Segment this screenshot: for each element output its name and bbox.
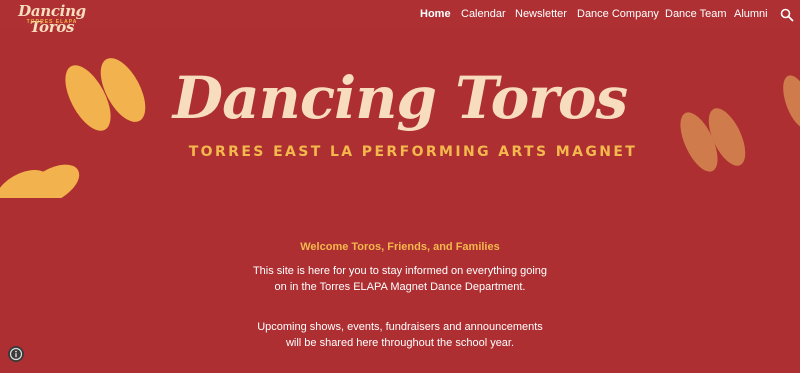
nav-dance-team[interactable]: Dance Team xyxy=(665,8,727,20)
search-button[interactable] xyxy=(779,7,795,23)
info-icon xyxy=(9,347,23,361)
nav-alumni[interactable]: Alumni xyxy=(734,8,768,20)
nav-calendar[interactable]: Calendar xyxy=(461,8,506,20)
hero-subtitle: TORRES EAST LA PERFORMING ARTS MAGNET xyxy=(188,144,638,160)
site-logo[interactable]: Dancing Toros TORRES ELAPA xyxy=(17,3,87,35)
info-button[interactable] xyxy=(8,346,24,362)
hero-banner: Dancing Toros TORRES EAST LA PERFORMING … xyxy=(0,30,800,198)
hoof-print-icon xyxy=(0,164,80,198)
nav-dance-company[interactable]: Dance Company xyxy=(577,8,659,20)
welcome-heading: Welcome Toros, Friends, and Families xyxy=(300,241,500,253)
intro-paragraph: This site is here for you to stay inform… xyxy=(252,265,548,293)
main-content: Welcome Toros, Friends, and Families Thi… xyxy=(0,198,800,373)
logo-subtitle: TORRES ELAPA xyxy=(26,19,78,25)
search-icon xyxy=(780,8,794,22)
top-nav: Dancing Toros TORRES ELAPA Home Calendar… xyxy=(0,0,800,35)
nav-home[interactable]: Home xyxy=(420,8,451,20)
nav-newsletter[interactable]: Newsletter xyxy=(515,8,567,20)
announcement-paragraph: Upcoming shows, events, fundraisers and … xyxy=(257,321,543,349)
hero-title: Dancing Toros xyxy=(172,64,628,132)
